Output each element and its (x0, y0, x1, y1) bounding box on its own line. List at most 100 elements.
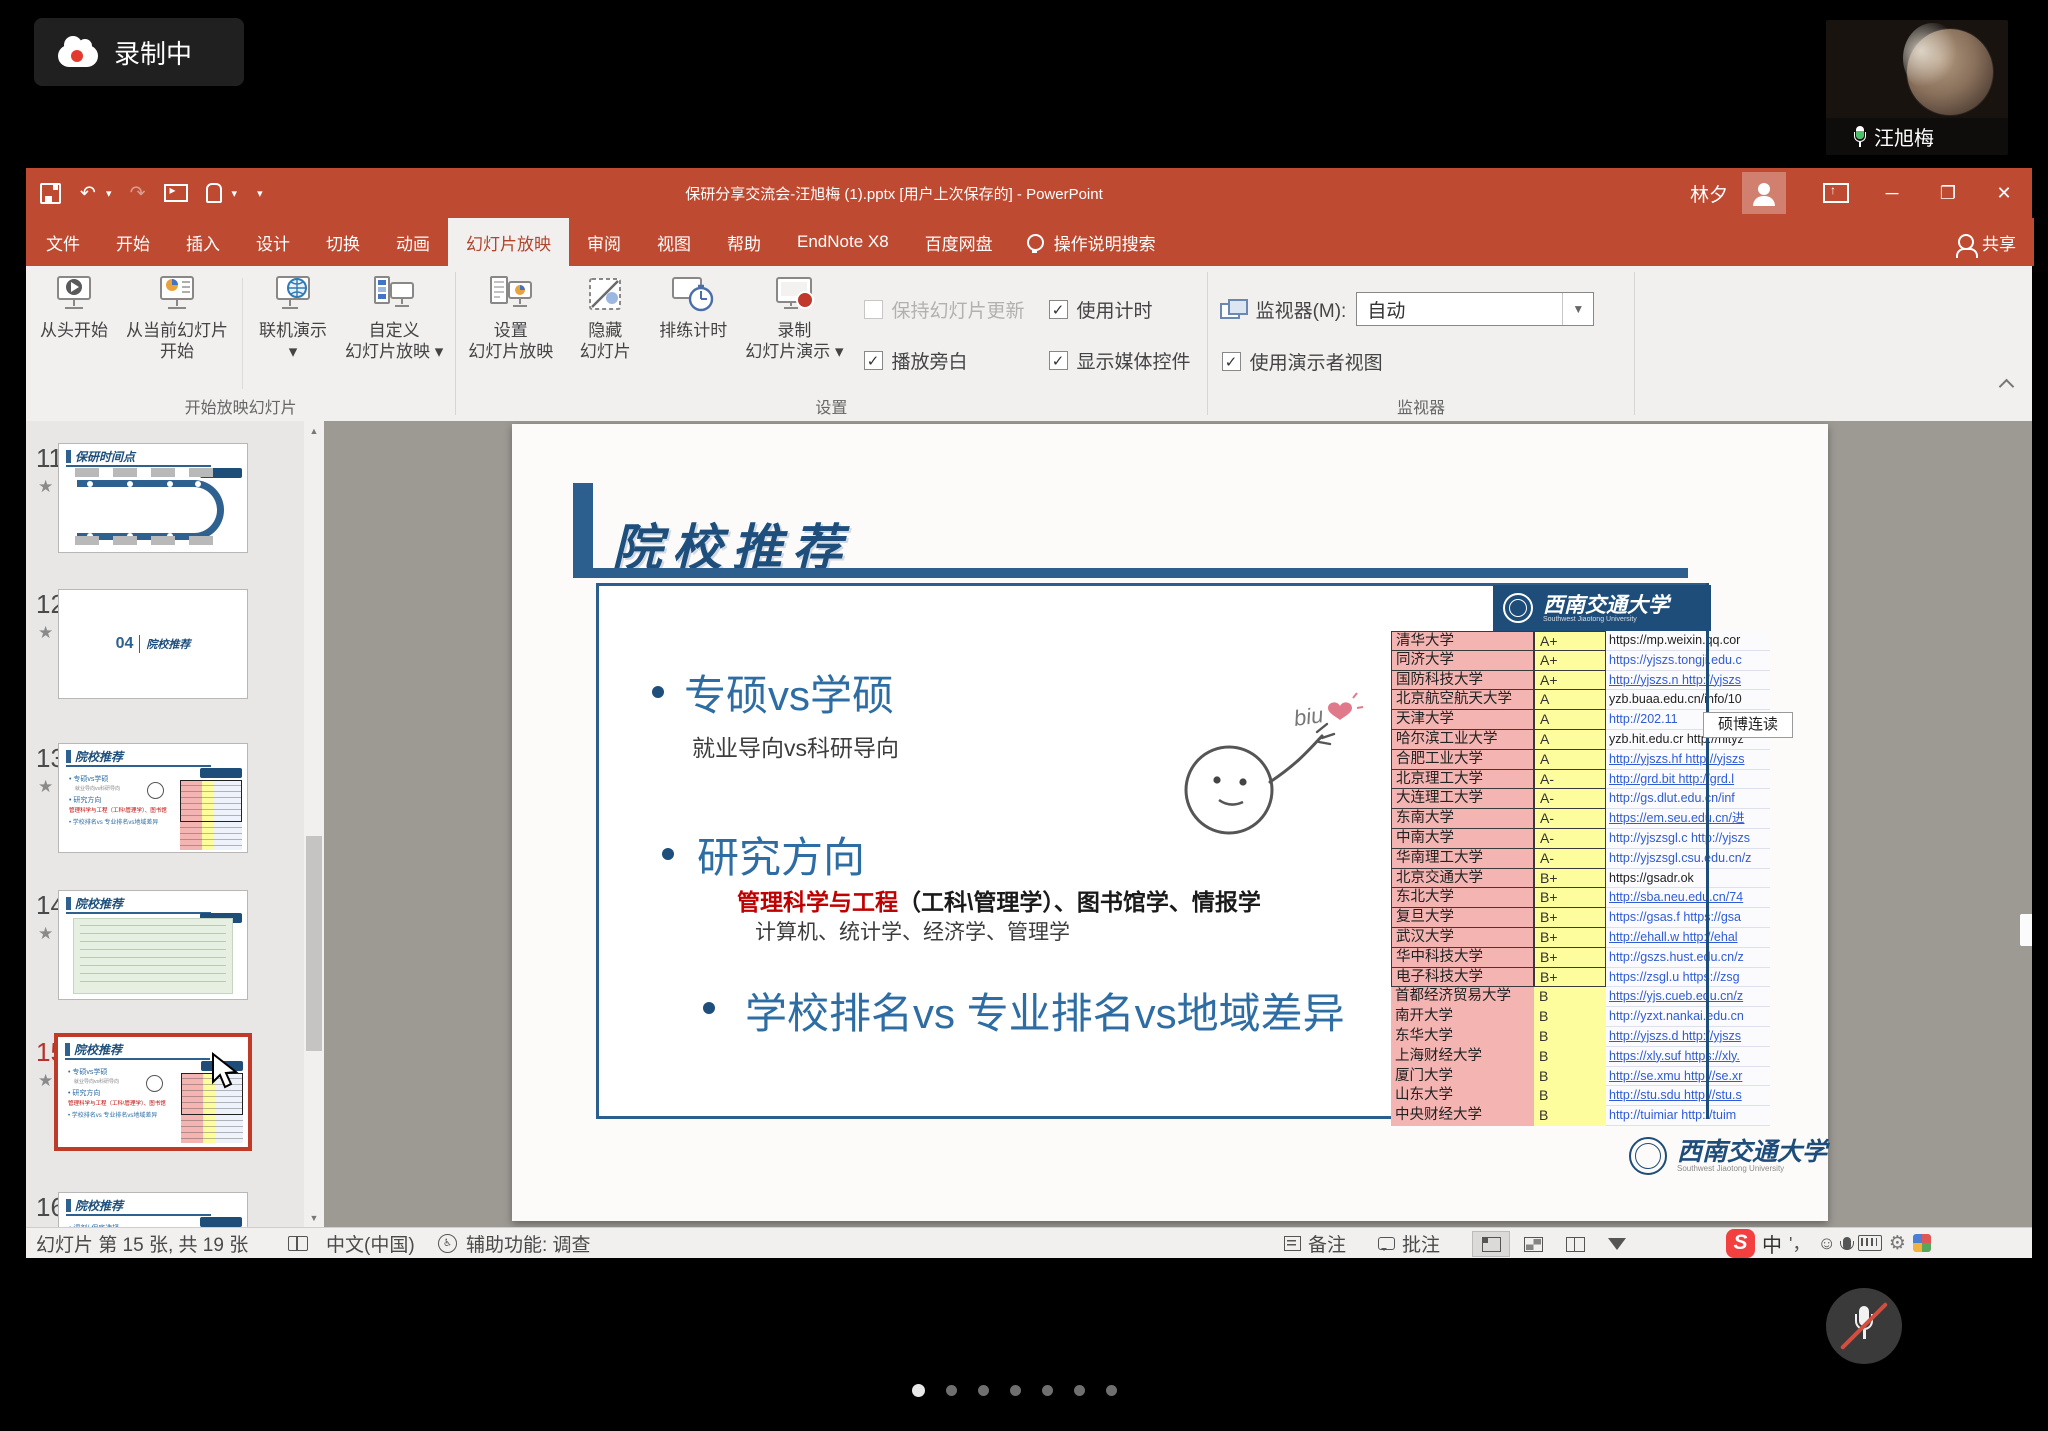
microphone-icon (1854, 126, 1866, 148)
account-avatar-icon[interactable] (1742, 172, 1786, 214)
slide-sorter-view-button[interactable] (1514, 1231, 1552, 1257)
tab-切换[interactable]: 切换 (308, 218, 378, 266)
scrollbar-thumb[interactable] (306, 836, 322, 1051)
from-current-slide-button[interactable]: 从当前幻灯片开始 (118, 270, 236, 366)
carousel-dot[interactable] (946, 1385, 957, 1396)
custom-slideshow-button[interactable]: 自定义幻灯片放映 ▾ (337, 270, 451, 366)
share-button[interactable]: 共享 (1958, 218, 2016, 266)
accessibility-status[interactable]: 辅助功能: 调查 (466, 1228, 591, 1258)
undo-dropdown[interactable]: ▾ (106, 187, 112, 200)
present-online-button[interactable]: 联机演示▾ (249, 270, 337, 366)
thumbnail-scrollbar[interactable]: ▲ ▼ (304, 421, 324, 1228)
rehearse-timings-button[interactable]: 排练计时 (649, 270, 737, 345)
participant-video[interactable]: 汪旭梅 (1826, 20, 2008, 155)
tab-文件[interactable]: 文件 (28, 218, 98, 266)
redo-button[interactable]: ↷ (126, 181, 150, 205)
hide-slide-button[interactable]: 隐藏幻灯片 (561, 270, 649, 366)
carousel-dot[interactable] (1074, 1385, 1085, 1396)
slide-thumbnail-12[interactable]: 04 院校推荐 (58, 589, 248, 699)
checkbox-box: ✓ (1049, 300, 1068, 319)
tab-帮助[interactable]: 帮助 (709, 218, 779, 266)
tab-设计[interactable]: 设计 (238, 218, 308, 266)
accessibility-icon[interactable]: ♿ (438, 1228, 457, 1258)
from-beginning-button[interactable]: 从头开始 (30, 270, 118, 345)
canvas-scroll-handle[interactable] (2020, 914, 2032, 946)
slideshow-view-button[interactable] (1598, 1231, 1636, 1257)
record-icon (771, 274, 817, 316)
ribbon-display-options-button[interactable] (1808, 168, 1864, 218)
set-up-slideshow-button[interactable]: 设置幻灯片放映 (460, 270, 561, 366)
scroll-up-arrow[interactable]: ▲ (304, 421, 324, 441)
record-slideshow-button[interactable]: 录制幻灯片演示 ▾ (737, 270, 851, 366)
normal-view-button[interactable] (1472, 1231, 1510, 1257)
university-logo-footer: 西南交通大学 Southwest Jiaotong University (1629, 1137, 1827, 1175)
tab-百度网盘[interactable]: 百度网盘 (907, 218, 1011, 266)
tab-开始[interactable]: 开始 (98, 218, 168, 266)
checkbox-show-media-controls[interactable]: ✓ 显示媒体控件 (1049, 347, 1191, 374)
tab-幻灯片放映[interactable]: 幻灯片放映 (448, 218, 569, 266)
undo-button[interactable]: ↶ (76, 181, 100, 205)
table-row: 合肥工业大学Ahttp://yjszs.hf http://yjszs (1391, 750, 1770, 770)
checkbox-use-timings[interactable]: ✓ 使用计时 (1049, 296, 1191, 323)
tell-me-label: 操作说明搜索 (1054, 230, 1156, 255)
voice-input-icon[interactable] (1843, 1237, 1851, 1250)
ime-punctuation[interactable]: '， (1789, 1230, 1810, 1256)
tab-插入[interactable]: 插入 (168, 218, 238, 266)
language-indicator[interactable]: 中文(中国) (326, 1228, 415, 1258)
carousel-dot[interactable] (912, 1384, 925, 1397)
carousel-dot[interactable] (1042, 1385, 1053, 1396)
gear-icon[interactable]: ⚙ (1889, 1232, 1906, 1254)
emoji-icon[interactable]: ☺ (1817, 1233, 1835, 1254)
keyboard-icon[interactable] (1858, 1235, 1882, 1251)
slide-thumbnail-15-selected[interactable]: 院校推荐 • 专硕vs学硕就业导向vs科研导向 • 研究方向管理科学与工程（工科… (54, 1033, 252, 1151)
monitor-select[interactable]: 自动 ▼ (1356, 292, 1594, 326)
tab-动画[interactable]: 动画 (378, 218, 448, 266)
ime-panel-grid-icon[interactable] (1913, 1234, 1931, 1252)
account-name[interactable]: 林夕 (1690, 180, 1728, 207)
collapse-ribbon-button[interactable] (2000, 377, 2014, 391)
save-button[interactable] (38, 181, 62, 205)
hide-slide-icon (582, 274, 628, 316)
carousel-dot[interactable] (1106, 1385, 1117, 1396)
carousel-dot[interactable] (978, 1385, 989, 1396)
university-emblem-icon (1503, 593, 1533, 623)
carousel-dot[interactable] (1010, 1385, 1021, 1396)
tab-EndNote X8[interactable]: EndNote X8 (779, 218, 907, 266)
slide-thumbnail-16[interactable]: 院校推荐 • 调剂/ 保底选择 (58, 1192, 248, 1228)
slide-thumbnail-11[interactable]: 保研时间点 (58, 443, 248, 553)
chevron-down-icon[interactable]: ▼ (1562, 293, 1593, 325)
checkbox-keep-slides-updated[interactable]: 保持幻灯片更新 (864, 296, 1025, 323)
checkbox-use-presenter-view[interactable]: ✓ 使用演示者视图 (1222, 348, 1595, 375)
ime-mode-chinese[interactable]: 中 (1762, 1229, 1782, 1258)
notes-button[interactable]: 备注 (1284, 1228, 1346, 1258)
slideshow-play-icon (51, 274, 97, 316)
mute-microphone-button[interactable] (1826, 1288, 1902, 1364)
tab-审阅[interactable]: 审阅 (569, 218, 639, 266)
minimize-button[interactable]: ─ (1864, 168, 1920, 218)
comments-button[interactable]: 批注 (1378, 1228, 1440, 1258)
slide-editing-area[interactable]: 院校推荐 专硕vs学硕 就业导向vs科研导向 研究方向 管理科学与工程（工科\管… (324, 421, 2032, 1228)
start-slideshow-button[interactable] (164, 181, 188, 205)
reading-view-button[interactable] (1556, 1231, 1594, 1257)
checkbox-play-narrations[interactable]: ✓ 播放旁白 (864, 347, 1025, 374)
sogou-logo-icon[interactable]: S (1726, 1229, 1755, 1258)
table-row: 东南大学A-https://em.seu.edu.cn/进 (1391, 809, 1770, 829)
restore-button[interactable]: ❐ (1920, 168, 1976, 218)
mouse-cursor (210, 1052, 244, 1092)
slide-thumbnail-14[interactable]: 院校推荐 (58, 890, 248, 1000)
touch-mode-dropdown[interactable]: ▾ (232, 187, 238, 200)
share-person-icon (1958, 234, 1974, 250)
tab-视图[interactable]: 视图 (639, 218, 709, 266)
monitor-value: 自动 (1357, 296, 1562, 323)
tell-me-search[interactable]: 操作说明搜索 (1011, 218, 1172, 266)
table-row: 电子科技大学B+https://zsgl.u https://zsg (1391, 968, 1770, 988)
scroll-down-arrow[interactable]: ▼ (304, 1208, 324, 1228)
customize-qat-button[interactable]: ▾ (257, 187, 263, 200)
table-row: 武汉大学B+http://ehall.w http://ehal (1391, 928, 1770, 948)
touch-mode-button[interactable] (202, 181, 226, 205)
table-row: 东北大学B+http://sba.neu.edu.cn/74 (1391, 888, 1770, 908)
close-button[interactable]: ✕ (1976, 168, 2032, 218)
slide-thumbnail-13[interactable]: 院校推荐 • 专硕vs学硕就业导向vs科研导向 • 研究方向管理科学与工程（工科… (58, 743, 248, 853)
page-dots-carousel[interactable] (912, 1384, 1117, 1397)
proofing-icon[interactable] (288, 1228, 308, 1258)
